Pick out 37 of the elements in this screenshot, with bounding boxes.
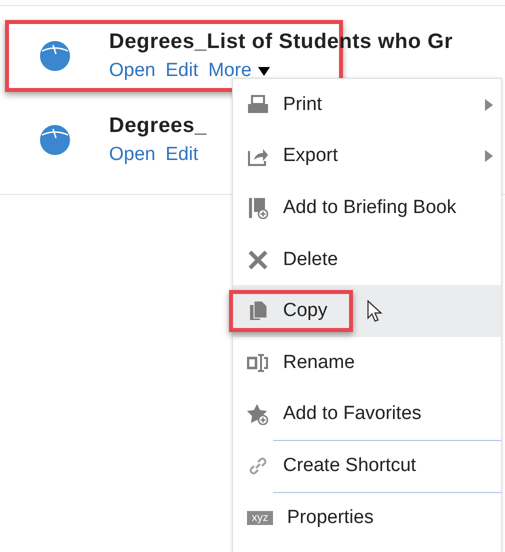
- action-link[interactable]: Open: [109, 60, 156, 82]
- action-link[interactable]: Open: [109, 144, 156, 166]
- menu-item-label: Export: [283, 145, 339, 168]
- menu-item-label: Add to Briefing Book: [283, 196, 458, 219]
- menu-item[interactable]: Export: [233, 130, 501, 182]
- star-plus-icon: [247, 403, 269, 426]
- menu-item-label: Delete: [283, 248, 339, 271]
- link-icon: [247, 454, 269, 477]
- menu-item-label: Copy: [283, 300, 328, 322]
- menu-item[interactable]: Rename: [233, 336, 501, 389]
- menu-item[interactable]: Print: [233, 79, 501, 131]
- action-link[interactable]: Edit: [165, 60, 198, 82]
- document-title: Degrees_: [109, 114, 207, 138]
- printer-icon: [247, 94, 269, 116]
- menu-item[interactable]: Add to Briefing Book: [233, 182, 501, 234]
- rename-icon: [247, 352, 269, 374]
- menu-item-label: Create Shortcut: [283, 454, 418, 477]
- copy-icon: [247, 300, 269, 322]
- properties-badge: xyz: [247, 510, 273, 525]
- submenu-arrow-icon: [485, 150, 493, 162]
- caret-down-icon: [258, 66, 270, 76]
- gauge-icon: [39, 40, 71, 72]
- menu-item-label: Print: [283, 94, 324, 116]
- close-icon: [247, 248, 269, 271]
- menu-item[interactable]: Add to Favorites: [233, 388, 501, 440]
- menu-item-label: Rename: [283, 352, 356, 374]
- menu-item-label: Add to Favorites: [283, 403, 422, 426]
- menu-item[interactable]: xyz Properties: [233, 492, 501, 544]
- action-link[interactable]: More: [208, 60, 270, 82]
- menu-item-label: Properties: [287, 506, 375, 529]
- submenu-arrow-icon: [485, 98, 493, 111]
- action-link[interactable]: Edit: [165, 144, 198, 166]
- menu-item[interactable]: Delete: [233, 234, 501, 286]
- menu-item[interactable]: Create Shortcut: [233, 440, 501, 492]
- mouse-cursor-icon: [367, 300, 384, 322]
- gauge-icon: [39, 124, 71, 156]
- book-plus-icon: [247, 196, 269, 219]
